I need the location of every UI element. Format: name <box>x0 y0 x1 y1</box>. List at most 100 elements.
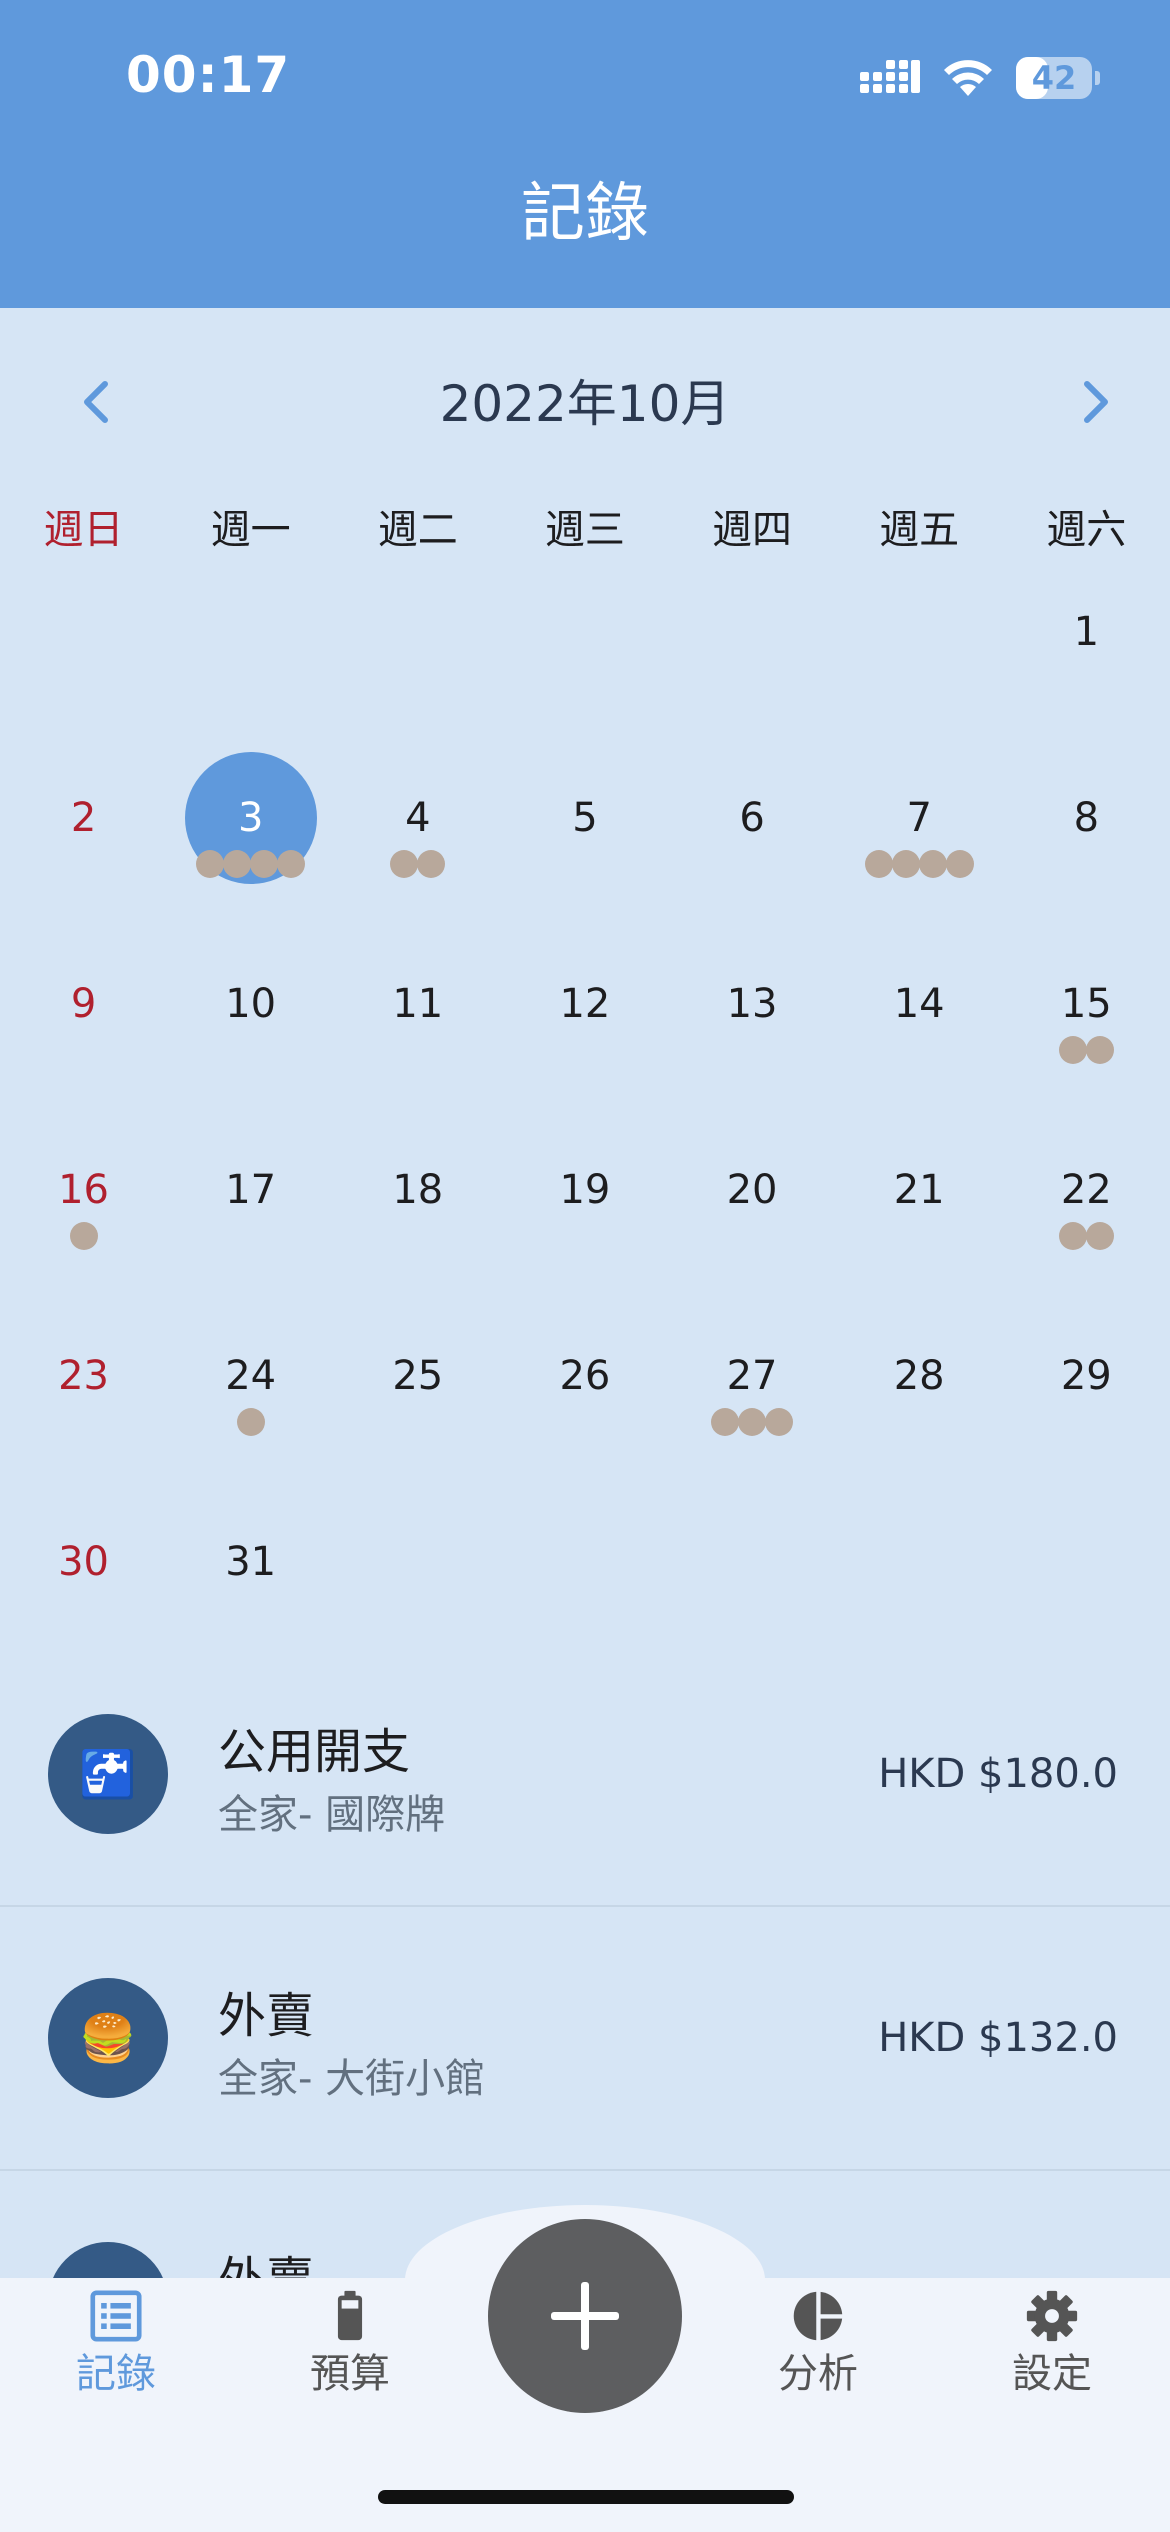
calendar-day[interactable]: 1 <box>1003 548 1170 734</box>
battery-icon <box>337 2290 363 2341</box>
calendar-week-row: 30 31 <box>0 1478 1170 1664</box>
record-dot <box>69 1222 98 1250</box>
record-dot <box>236 1408 265 1436</box>
record-dot <box>1058 1036 1087 1064</box>
record-category: 公用開支 <box>218 1724 411 1780</box>
calendar-day[interactable]: 16 <box>0 1106 167 1292</box>
calendar-day[interactable]: 30 <box>0 1478 167 1664</box>
calendar-day[interactable]: 9 <box>0 920 167 1106</box>
calendar-day[interactable]: 4 <box>334 734 501 920</box>
day-number: 24 <box>225 1353 277 1399</box>
wifi-icon <box>944 60 992 96</box>
calendar-day[interactable]: 17 <box>167 1106 334 1292</box>
calendar-day[interactable]: 23 <box>0 1292 167 1478</box>
record-dot <box>891 850 920 878</box>
record-dot <box>1058 1222 1087 1250</box>
day-number: 29 <box>1060 1353 1112 1399</box>
calendar-day[interactable]: 25 <box>334 1292 501 1478</box>
day-number: 28 <box>893 1353 945 1399</box>
record-dot <box>711 1408 740 1436</box>
tab-label: 記錄 <box>76 2351 156 2397</box>
calendar-empty-cell <box>501 548 668 734</box>
calendar-day[interactable]: 14 <box>836 920 1003 1106</box>
record-item[interactable]: 🍔 外賣 全家- 大街小館 HKD $132.0 <box>0 1906 1170 2171</box>
calendar-day[interactable]: 13 <box>669 920 836 1106</box>
calendar-day[interactable]: 27 <box>669 1292 836 1478</box>
record-dot <box>1085 1222 1114 1250</box>
record-amount: HKD $132.0 <box>878 2015 1118 2061</box>
record-indicator-dots <box>334 850 501 878</box>
next-month-button[interactable] <box>1066 372 1126 432</box>
calendar-empty-cell <box>669 548 836 734</box>
calendar-day[interactable]: 29 <box>1003 1292 1170 1478</box>
record-indicator-dots <box>1003 1036 1170 1064</box>
calendar-day[interactable]: 10 <box>167 920 334 1106</box>
add-record-button[interactable] <box>488 2219 682 2413</box>
record-indicator-dots <box>836 850 1003 878</box>
calendar-empty-cell <box>501 1478 668 1664</box>
record-dot <box>918 850 947 878</box>
tab-analysis[interactable]: 分析 <box>728 2290 908 2400</box>
day-number: 26 <box>559 1353 611 1399</box>
day-number: 14 <box>893 981 945 1027</box>
record-indicator-dots <box>669 1408 836 1436</box>
list-icon <box>90 2290 142 2342</box>
record-indicator-dots <box>167 1408 334 1436</box>
tab-label: 設定 <box>1012 2351 1092 2397</box>
calendar-day[interactable]: 15 <box>1003 920 1170 1106</box>
calendar-week-row: 9 10 11 12 13 14 15 <box>0 920 1170 1106</box>
day-number: 27 <box>726 1353 778 1399</box>
day-number: 6 <box>739 795 765 841</box>
calendar-day[interactable]: 6 <box>669 734 836 920</box>
day-number: 20 <box>726 1167 778 1213</box>
record-dot <box>945 850 974 878</box>
calendar-day[interactable]: 5 <box>501 734 668 920</box>
record-dot <box>1085 1036 1114 1064</box>
day-number: 1 <box>1073 609 1100 655</box>
record-dot <box>196 850 225 878</box>
day-number: 15 <box>1060 981 1112 1027</box>
calendar-day[interactable]: 7 <box>836 734 1003 920</box>
tab-records[interactable]: 記錄 <box>26 2290 206 2400</box>
home-indicator <box>378 2490 794 2504</box>
status-icons: 42 <box>860 52 1100 104</box>
day-number: 25 <box>392 1353 444 1399</box>
calendar-empty-cell <box>836 1478 1003 1664</box>
calendar-day[interactable]: 8 <box>1003 734 1170 920</box>
calendar-day[interactable]: 26 <box>501 1292 668 1478</box>
calendar-empty-cell <box>0 548 167 734</box>
pie-chart-icon <box>793 2290 844 2342</box>
day-number: 22 <box>1060 1167 1112 1213</box>
record-dot <box>417 850 446 878</box>
tab-label: 分析 <box>778 2351 858 2397</box>
calendar-empty-cell <box>669 1478 836 1664</box>
water-tap-icon: 🚰 <box>48 1714 168 1834</box>
calendar-day[interactable]: 24 <box>167 1292 334 1478</box>
tab-budget[interactable]: 預算 <box>260 2290 440 2400</box>
record-indicator-dots <box>167 850 334 878</box>
record-dot <box>223 850 252 878</box>
cellular-signal-icon <box>860 60 920 93</box>
plus-icon <box>551 2282 619 2350</box>
day-number: 8 <box>1073 795 1100 841</box>
calendar-day[interactable]: 11 <box>334 920 501 1106</box>
day-number: 5 <box>572 795 598 841</box>
calendar-day[interactable]: 28 <box>836 1292 1003 1478</box>
day-number: 30 <box>58 1539 110 1585</box>
calendar-day[interactable]: 18 <box>334 1106 501 1292</box>
day-number: 10 <box>225 981 277 1027</box>
day-number: 21 <box>893 1167 945 1213</box>
record-item[interactable]: 🚰 公用開支 全家- 國際牌 HKD $180.0 <box>0 1642 1170 1907</box>
battery-level: 42 <box>1031 59 1077 97</box>
calendar-day[interactable]: 22 <box>1003 1106 1170 1292</box>
calendar-day[interactable]: 31 <box>167 1478 334 1664</box>
calendar-week-row: 1 <box>0 548 1170 734</box>
calendar-day[interactable]: 2 <box>0 734 167 920</box>
calendar-day[interactable]: 12 <box>501 920 668 1106</box>
calendar-day[interactable]: 19 <box>501 1106 668 1292</box>
calendar-day[interactable]: 3 <box>167 734 334 920</box>
calendar-day[interactable]: 21 <box>836 1106 1003 1292</box>
calendar-day[interactable]: 20 <box>669 1106 836 1292</box>
day-number: 4 <box>405 795 431 841</box>
tab-settings[interactable]: 設定 <box>962 2290 1142 2400</box>
